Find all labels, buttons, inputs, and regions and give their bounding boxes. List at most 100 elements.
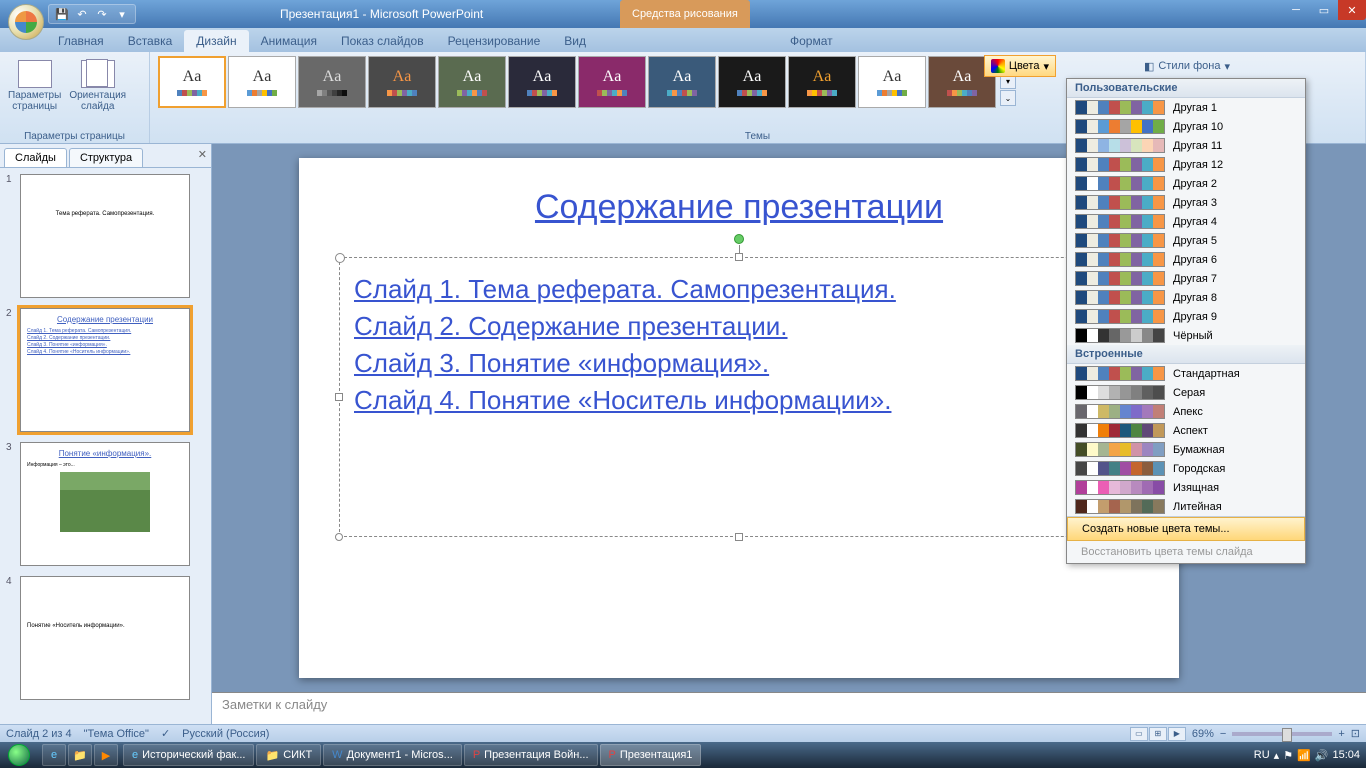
color-scheme-item[interactable]: Бумажная (1067, 440, 1305, 459)
tray-lang[interactable]: RU (1254, 749, 1270, 761)
zoom-value[interactable]: 69% (1192, 728, 1214, 740)
volume-icon[interactable]: 🔊 (1315, 749, 1329, 762)
zoom-in-button[interactable]: + (1338, 728, 1344, 740)
theme-thumbnail[interactable]: Aa (158, 56, 226, 108)
create-new-colors-button[interactable]: Создать новые цвета темы... (1067, 517, 1305, 541)
color-scheme-item[interactable]: Литейная (1067, 497, 1305, 516)
language-indicator[interactable]: Русский (Россия) (182, 728, 269, 740)
pinned-media-icon[interactable]: ▶ (94, 744, 118, 766)
maximize-button[interactable]: ▭ (1310, 0, 1338, 20)
tray-up-icon[interactable]: ▴ (1274, 749, 1280, 762)
flag-icon[interactable]: ⚑ (1283, 749, 1293, 762)
notes-pane[interactable]: Заметки к слайду (212, 692, 1366, 724)
tab-view[interactable]: Вид (552, 30, 598, 52)
color-scheme-item[interactable]: Серая (1067, 383, 1305, 402)
save-icon[interactable]: 💾 (55, 7, 69, 21)
color-scheme-item[interactable]: Другая 7 (1067, 269, 1305, 288)
pinned-explorer-icon[interactable]: 📁 (68, 744, 92, 766)
color-scheme-item[interactable]: Другая 9 (1067, 307, 1305, 326)
color-scheme-item[interactable]: Другая 8 (1067, 288, 1305, 307)
color-scheme-item[interactable]: Другая 11 (1067, 136, 1305, 155)
spellcheck-icon[interactable]: ✓ (161, 727, 170, 740)
network-icon[interactable]: 📶 (1297, 749, 1311, 762)
slide-hyperlink[interactable]: Слайд 2. Содержание презентации. (354, 311, 1124, 342)
pinned-ie-icon[interactable]: e (42, 744, 66, 766)
taskbar-item[interactable]: WДокумент1 - Micros... (323, 744, 462, 766)
slide-hyperlink[interactable]: Слайд 3. Понятие «информация». (354, 348, 1124, 379)
slide-thumbnail-4[interactable]: Понятие «Носитель информации». (20, 576, 190, 700)
theme-thumbnail[interactable]: Aa (508, 56, 576, 108)
slide[interactable]: Содержание презентации Слайд 1. Тема реф… (299, 158, 1179, 678)
thumbnail-row[interactable]: 2 Содержание презентации Слайд 1. Тема р… (6, 308, 205, 432)
orientation-button[interactable]: Ориентация слайда (67, 58, 128, 114)
color-scheme-item[interactable]: Другая 6 (1067, 250, 1305, 269)
theme-thumbnail[interactable]: Aa (368, 56, 436, 108)
tab-animations[interactable]: Анимация (249, 30, 329, 52)
tab-slides-thumbs[interactable]: Слайды (4, 148, 67, 167)
color-scheme-item[interactable]: Чёрный (1067, 326, 1305, 345)
minimize-button[interactable]: ─ (1282, 0, 1310, 20)
color-scheme-item[interactable]: Аспект (1067, 421, 1305, 440)
redo-icon[interactable]: ↷ (95, 7, 109, 21)
start-button[interactable] (0, 742, 38, 768)
slideshow-view-button[interactable]: ▶ (1168, 727, 1186, 741)
tab-format[interactable]: Формат (778, 30, 845, 52)
resize-handle[interactable] (335, 533, 343, 541)
undo-icon[interactable]: ↶ (75, 7, 89, 21)
slide-hyperlink[interactable]: Слайд 1. Тема реферата. Самопрезентация. (354, 274, 1124, 305)
taskbar-item[interactable]: PПрезентация Войн... (464, 744, 598, 766)
tab-design[interactable]: Дизайн (184, 30, 248, 52)
thumbnail-row[interactable]: 3 Понятие «информация». Информация – это… (6, 442, 205, 566)
normal-view-button[interactable]: ▭ (1130, 727, 1148, 741)
color-scheme-item[interactable]: Другая 10 (1067, 117, 1305, 136)
tab-review[interactable]: Рецензирование (436, 30, 553, 52)
panel-close-icon[interactable]: ✕ (198, 148, 207, 161)
color-scheme-item[interactable]: Другая 1 (1067, 98, 1305, 117)
theme-thumbnail[interactable]: Aa (858, 56, 926, 108)
sorter-view-button[interactable]: ⊞ (1149, 727, 1167, 741)
color-scheme-item[interactable]: Стандартная (1067, 364, 1305, 383)
color-scheme-item[interactable]: Другая 5 (1067, 231, 1305, 250)
theme-thumbnail[interactable]: Aa (718, 56, 786, 108)
theme-thumbnail[interactable]: Aa (298, 56, 366, 108)
tab-outline[interactable]: Структура (69, 148, 143, 167)
rotation-handle[interactable] (734, 234, 744, 244)
qat-more-icon[interactable]: ▾ (115, 7, 129, 21)
resize-handle[interactable] (735, 533, 743, 541)
fit-button[interactable]: ⊡ (1351, 727, 1360, 740)
content-textbox[interactable]: Слайд 1. Тема реферата. Самопрезентация.… (339, 257, 1139, 537)
color-scheme-item[interactable]: Другая 12 (1067, 155, 1305, 174)
taskbar-item[interactable]: PПрезентация1 (600, 744, 702, 766)
color-scheme-item[interactable]: Изящная (1067, 478, 1305, 497)
thumbnail-row[interactable]: 4 Понятие «Носитель информации». (6, 576, 205, 700)
colors-dropdown-button[interactable]: Цвета ▾ (984, 55, 1056, 77)
theme-thumbnail[interactable]: Aa (228, 56, 296, 108)
taskbar-item[interactable]: 📁СИКТ (256, 744, 321, 766)
slide-thumbnail-2[interactable]: Содержание презентации Слайд 1. Тема реф… (20, 308, 190, 432)
resize-handle[interactable] (735, 253, 743, 261)
close-button[interactable]: ✕ (1338, 0, 1366, 20)
color-scheme-item[interactable]: Апекс (1067, 402, 1305, 421)
tab-home[interactable]: Главная (46, 30, 116, 52)
color-scheme-item[interactable]: Другая 2 (1067, 174, 1305, 193)
tab-slideshow[interactable]: Показ слайдов (329, 30, 436, 52)
slide-title[interactable]: Содержание презентации (339, 188, 1139, 227)
theme-thumbnail[interactable]: Aa (438, 56, 506, 108)
zoom-out-button[interactable]: − (1220, 728, 1226, 740)
theme-thumbnail[interactable]: Aa (788, 56, 856, 108)
color-scheme-item[interactable]: Городская (1067, 459, 1305, 478)
tab-insert[interactable]: Вставка (116, 30, 185, 52)
color-scheme-item[interactable]: Другая 3 (1067, 193, 1305, 212)
thumbnail-row[interactable]: 1 Тема реферата. Самопрезентация. (6, 174, 205, 298)
theme-thumbnail[interactable]: Aa (578, 56, 646, 108)
background-styles-button[interactable]: ◧ Стили фона ▾ (1138, 55, 1236, 77)
slide-thumbnail-1[interactable]: Тема реферата. Самопрезентация. (20, 174, 190, 298)
context-tab-drawing[interactable]: Средства рисования (620, 0, 750, 28)
slide-hyperlink[interactable]: Слайд 4. Понятие «Носитель информации». (354, 385, 1124, 416)
gallery-scroll-button[interactable]: ⌄ (1000, 90, 1016, 106)
taskbar-item[interactable]: eИсторический фак... (123, 744, 254, 766)
office-button[interactable] (8, 4, 44, 40)
zoom-slider[interactable] (1232, 732, 1332, 736)
color-scheme-item[interactable]: Другая 4 (1067, 212, 1305, 231)
resize-handle[interactable] (335, 393, 343, 401)
